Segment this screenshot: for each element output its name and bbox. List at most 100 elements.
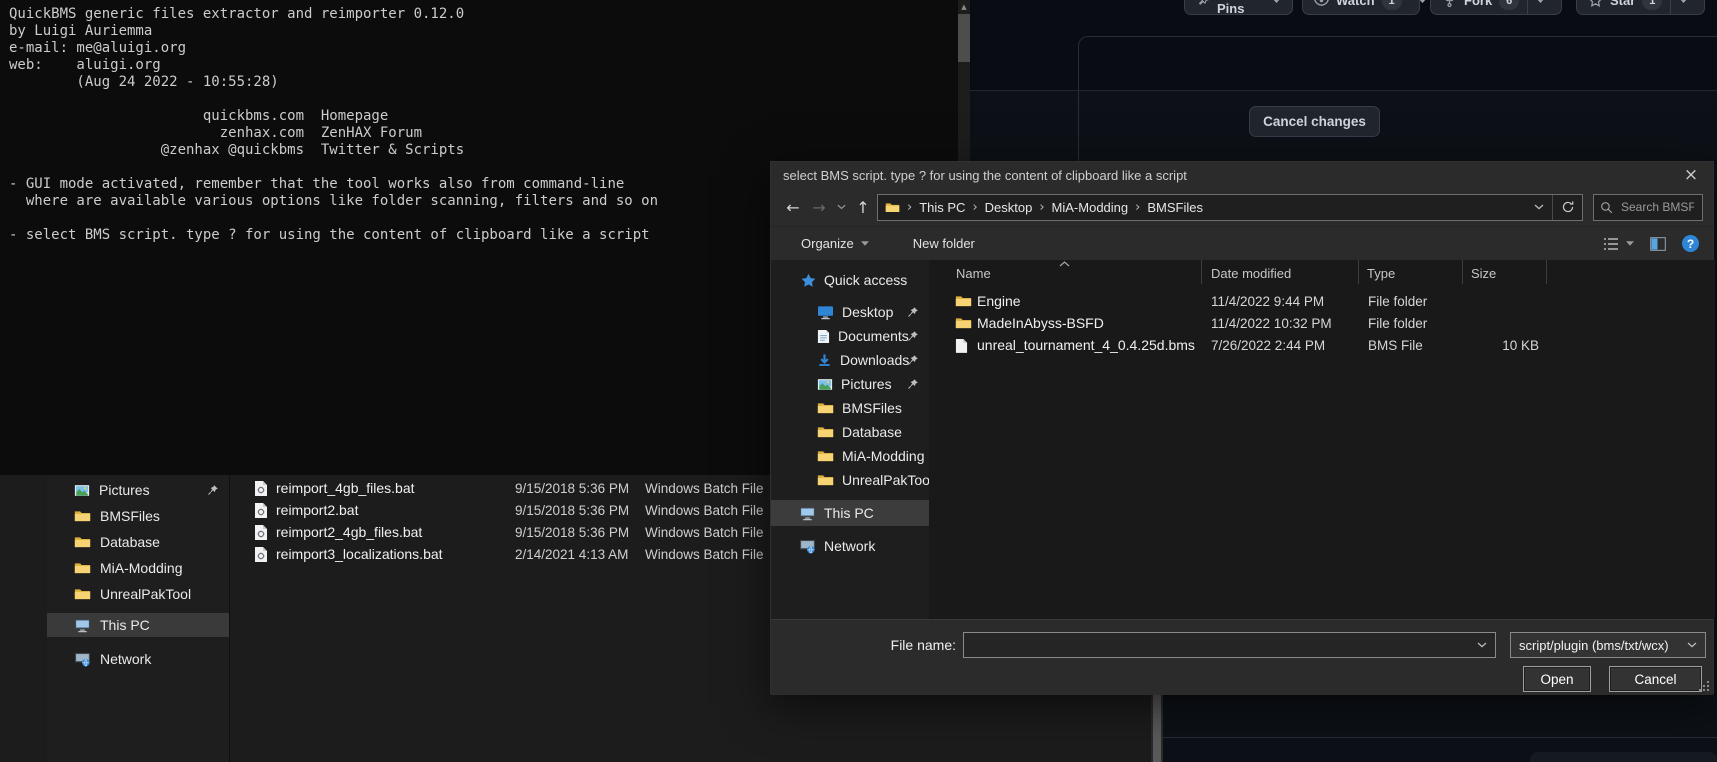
close-button[interactable]: × (1669, 162, 1713, 188)
dialog-address-row: ← → ↑ › This PC › Desktop › MiA-Modding … (771, 188, 1713, 226)
pin-icon (207, 484, 219, 496)
file-date: 9/15/2018 5:36 PM (515, 503, 629, 518)
network-icon (74, 652, 91, 667)
dialog-footer: File name: script/plugin (bms/txt/wcx) O… (771, 619, 1713, 695)
console-line: - GUI mode activated, remember that the … (9, 176, 658, 193)
this-pc-icon (74, 618, 91, 633)
watch-button[interactable]: Watch 1 (1302, 0, 1420, 15)
cancel-button[interactable]: Cancel (1609, 666, 1702, 692)
file-type-filter-dropdown[interactable]: script/plugin (bms/txt/wcx) (1510, 632, 1706, 658)
console-line: @zenhax @quickbms Twitter & Scripts (9, 142, 658, 159)
sidebar-item-label: UnrealPakTool (842, 472, 933, 488)
sidebar-item-database[interactable]: Database (771, 420, 929, 444)
sidebar-item-unrealpaktool[interactable]: UnrealPakTool (47, 582, 229, 606)
sidebar-item-database[interactable]: Database (47, 530, 229, 554)
edit-pins-button[interactable]: Edit Pins (1184, 0, 1293, 15)
address-dropdown-chevron[interactable] (1534, 204, 1544, 210)
folder-icon (955, 294, 972, 308)
console-line: by Luigi Auriemma (9, 23, 658, 40)
fork-button[interactable]: Fork 6 (1430, 0, 1562, 15)
resize-grip[interactable] (1698, 680, 1710, 692)
organize-menu[interactable]: Organize (801, 236, 869, 251)
new-folder-button[interactable]: New folder (913, 236, 975, 251)
breadcrumb-bmsfiles[interactable]: BMSFiles (1147, 200, 1203, 215)
forward-button[interactable]: → (807, 198, 831, 217)
search-box[interactable] (1593, 194, 1703, 221)
file-name-combobox[interactable] (963, 632, 1496, 658)
button-divider (1527, 0, 1528, 14)
breadcrumb-desktop[interactable]: Desktop (985, 200, 1033, 215)
file-name-input[interactable] (964, 638, 1477, 653)
sidebar-item-mia-modding[interactable]: MiA-Modding (47, 556, 229, 580)
fork-count-badge: 6 (1499, 0, 1519, 10)
refresh-icon[interactable] (1561, 200, 1575, 214)
sidebar-item-label: This PC (100, 617, 150, 633)
screen: Edit Pins Watch 1 Fork 6 Star 1 Cancel c… (0, 0, 1717, 762)
folder-icon (817, 473, 834, 487)
breadcrumb-mia-modding[interactable]: MiA-Modding (1052, 200, 1129, 215)
console-line: - select BMS script. type ? for using th… (9, 227, 658, 244)
breadcrumb-this-pc[interactable]: This PC (919, 200, 965, 215)
search-input[interactable] (1619, 199, 1696, 215)
folder-icon (817, 425, 834, 439)
help-button[interactable]: ? (1682, 235, 1699, 252)
sidebar-item-unrealpaktool[interactable]: UnrealPakTool (771, 468, 929, 492)
sidebar-item-label: Network (824, 538, 875, 554)
sidebar-item-downloads[interactable]: Downloads (771, 348, 929, 372)
file-row[interactable]: unreal_tournament_4_0.4.25d.bms 7/26/202… (929, 334, 1715, 356)
scrollbar-thumb[interactable] (1153, 687, 1161, 762)
address-bar[interactable]: › This PC › Desktop › MiA-Modding › BMSF… (877, 194, 1583, 221)
breadcrumb-separator: › (972, 200, 977, 215)
sidebar-item-network[interactable]: Network (771, 534, 929, 558)
sidebar-item-this-pc[interactable]: This PC (771, 500, 929, 526)
sidebar-item-bmsfiles[interactable]: BMSFiles (47, 504, 229, 528)
sidebar-item-mia-modding[interactable]: MiA-Modding (771, 444, 929, 468)
file-type: File folder (1368, 294, 1427, 309)
sidebar-item-desktop[interactable]: Desktop (771, 300, 929, 324)
view-mode-button[interactable] (1603, 237, 1634, 251)
folder-icon (74, 587, 91, 601)
sidebar-item-pictures[interactable]: Pictures (47, 478, 229, 502)
bms-file-icon (955, 338, 968, 353)
star-button[interactable]: Star 1 (1576, 0, 1705, 15)
folder-icon (817, 401, 834, 415)
dialog-file-list: Name Date modified Type Size Engine 11/4… (929, 260, 1715, 619)
cancel-changes-button[interactable]: Cancel changes (1249, 106, 1380, 137)
column-header-size[interactable]: Size (1463, 260, 1547, 284)
network-icon (799, 539, 816, 554)
recent-locations-chevron[interactable] (833, 204, 849, 210)
sidebar-item-documents[interactable]: Documents (771, 324, 929, 348)
sidebar-item-this-pc[interactable]: This PC (47, 613, 229, 637)
column-header-date-modified[interactable]: Date modified (1202, 260, 1359, 284)
console-line: where are available various options like… (9, 193, 658, 210)
sidebar-item-bmsfiles[interactable]: BMSFiles (771, 396, 929, 420)
dialog-titlebar: select BMS script. type ? for using the … (771, 162, 1713, 188)
scrollbar-up-arrow[interactable]: ▲ (958, 0, 970, 13)
console-line (9, 159, 658, 176)
star-label: Star (1610, 0, 1635, 8)
batch-file-icon (254, 524, 268, 540)
file-type: File folder (1368, 316, 1427, 331)
sidebar-item-pictures[interactable]: Pictures (771, 372, 929, 396)
open-button[interactable]: Open (1523, 666, 1591, 692)
back-button[interactable]: ← (781, 198, 805, 217)
sidebar-item-label: Database (100, 534, 160, 550)
pin-icon (907, 378, 919, 390)
folder-icon (74, 535, 91, 549)
scrollbar-thumb[interactable] (958, 14, 970, 62)
file-row[interactable]: MadeInAbyss-BSFD 11/4/2022 10:32 PM File… (929, 312, 1715, 334)
column-header-name[interactable]: Name (929, 260, 1202, 284)
up-button[interactable]: ↑ (851, 198, 875, 217)
search-icon (1600, 201, 1613, 214)
preview-pane-button[interactable] (1650, 237, 1666, 251)
file-row[interactable]: Engine 11/4/2022 9:44 PM File folder (929, 290, 1715, 312)
pictures-icon (74, 484, 90, 497)
column-header-type[interactable]: Type (1359, 260, 1463, 284)
breadcrumb-separator: › (1135, 200, 1140, 215)
sidebar-item-quick-access[interactable]: Quick access (771, 268, 929, 292)
fork-label: Fork (1464, 0, 1492, 8)
folder-icon (885, 201, 900, 214)
sidebar-item-label: Pictures (841, 376, 892, 392)
chevron-down-icon (1536, 0, 1545, 3)
sidebar-item-network[interactable]: Network (47, 647, 229, 671)
